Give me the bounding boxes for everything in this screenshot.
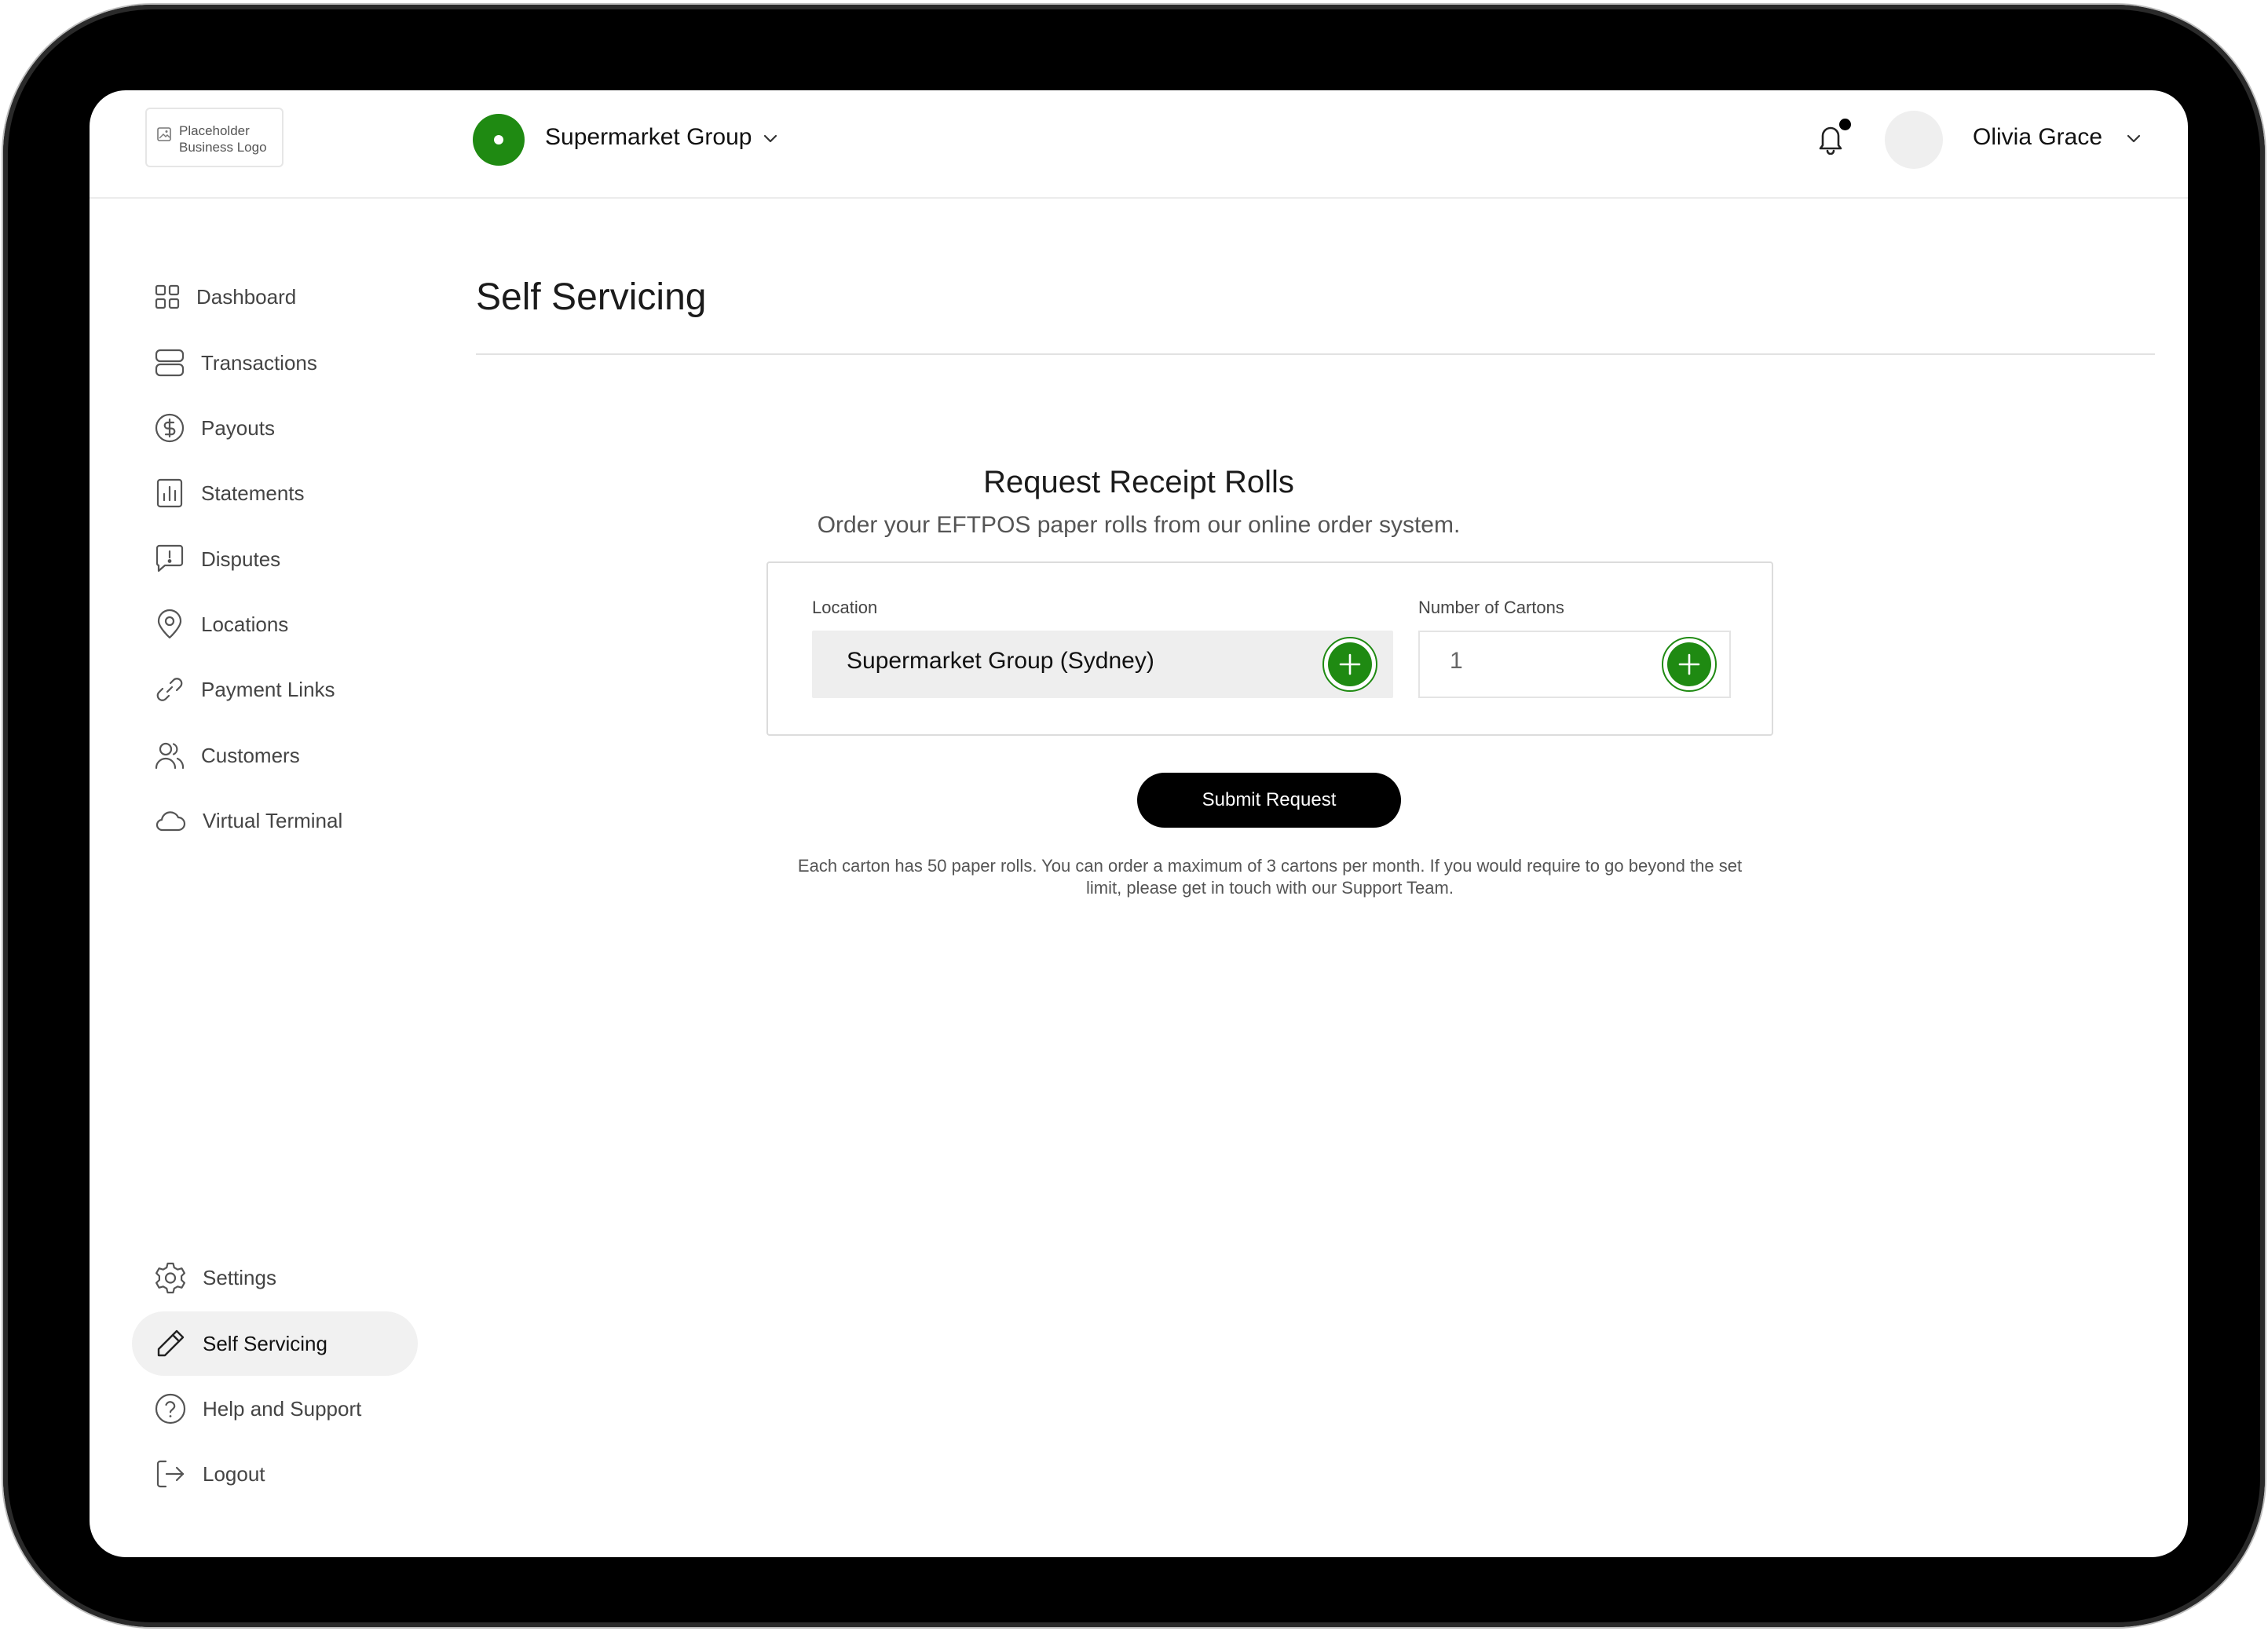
chevron-down-icon[interactable] xyxy=(2125,130,2142,147)
location-label: Location xyxy=(812,598,878,617)
sidebar-item-transactions[interactable]: Transactions xyxy=(132,331,418,395)
sidebar-item-label: Transactions xyxy=(201,350,317,375)
tablet-frame: Placeholder Business Logo Supermarket Gr… xyxy=(3,5,2265,1627)
divider xyxy=(476,353,2155,355)
sidebar-item-dashboard[interactable]: Dashboard xyxy=(132,265,418,329)
user-name[interactable]: Olivia Grace xyxy=(1973,124,2102,151)
sidebar-item-label: Virtual Terminal xyxy=(203,808,343,832)
sidebar-item-label: Payouts xyxy=(201,415,275,440)
logo-text: Placeholder Business Logo xyxy=(179,123,267,155)
sidebar-item-label: Payment Links xyxy=(201,677,335,701)
cartons-label: Number of Cartons xyxy=(1418,598,1564,617)
sidebar-item-help-and-support[interactable]: Help and Support xyxy=(132,1377,418,1441)
add-location-button[interactable] xyxy=(1322,637,1377,692)
sidebar-item-logout[interactable]: Logout xyxy=(132,1442,418,1506)
cartons-input[interactable]: 1 xyxy=(1418,631,1731,698)
sidebar-item-settings[interactable]: Settings xyxy=(132,1245,418,1310)
sidebar-item-self-servicing[interactable]: Self Servicing xyxy=(132,1311,418,1376)
location-select[interactable]: Supermarket Group (Sydney) xyxy=(812,631,1393,698)
sidebar-item-label: Dashboard xyxy=(196,284,297,309)
cloud-icon xyxy=(155,811,186,832)
message-alert-icon xyxy=(155,544,184,572)
sidebar-item-customers[interactable]: Customers xyxy=(132,723,418,788)
sidebar-item-label: Settings xyxy=(203,1265,276,1289)
user-avatar[interactable] xyxy=(1885,111,1943,169)
request-form: Location Supermarket Group (Sydney) Numb… xyxy=(766,561,1773,736)
location-value: Supermarket Group (Sydney) xyxy=(847,648,1154,674)
sidebar-item-label: Locations xyxy=(201,612,289,636)
sidebar-item-label: Customers xyxy=(201,743,300,767)
notification-badge xyxy=(1839,119,1851,130)
sidebar-item-label: Help and Support xyxy=(203,1396,362,1421)
org-name[interactable]: Supermarket Group xyxy=(545,124,752,151)
org-avatar[interactable] xyxy=(473,114,525,166)
sidebar-item-label: Disputes xyxy=(201,547,281,571)
sidebar-item-label: Logout xyxy=(203,1461,265,1486)
increment-cartons-button[interactable] xyxy=(1662,637,1717,692)
sidebar-item-label: Self Servicing xyxy=(203,1331,327,1355)
gear-icon xyxy=(155,1262,185,1294)
card-title: Request Receipt Rolls xyxy=(983,465,1294,499)
plus-icon xyxy=(1678,653,1700,675)
help-circle-icon xyxy=(155,1393,186,1424)
link-icon xyxy=(156,678,183,701)
app-screen: Placeholder Business Logo Supermarket Gr… xyxy=(90,90,2188,1557)
sidebar-item-payment-links[interactable]: Payment Links xyxy=(132,657,418,722)
logout-icon xyxy=(156,1460,185,1488)
chevron-down-icon[interactable] xyxy=(762,130,779,147)
order-limit-note: Each carton has 50 paper rolls. You can … xyxy=(797,856,1743,898)
submit-request-button[interactable]: Submit Request xyxy=(1137,773,1401,828)
sidebar-item-locations[interactable]: Locations xyxy=(132,592,418,656)
grid-icon xyxy=(155,284,180,309)
image-placeholder-icon xyxy=(157,127,171,141)
card-subtitle: Order your EFTPOS paper rolls from our o… xyxy=(817,512,1461,538)
top-header: Placeholder Business Logo Supermarket Gr… xyxy=(90,90,2188,199)
dollar-circle-icon xyxy=(155,413,185,443)
users-icon xyxy=(155,742,185,770)
page-title: Self Servicing xyxy=(476,276,707,318)
sidebar-item-virtual-terminal[interactable]: Virtual Terminal xyxy=(132,788,418,853)
plus-icon xyxy=(1339,653,1361,675)
business-logo[interactable]: Placeholder Business Logo xyxy=(145,108,284,167)
cartons-value: 1 xyxy=(1450,648,1463,674)
sidebar-item-payouts[interactable]: Payouts xyxy=(132,396,418,460)
pencil-icon xyxy=(157,1329,185,1357)
map-pin-icon xyxy=(157,609,182,639)
server-stack-icon xyxy=(155,349,185,377)
